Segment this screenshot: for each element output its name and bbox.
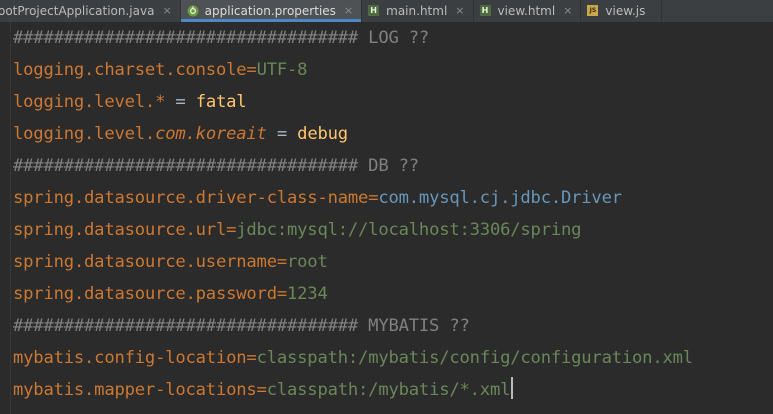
property-value: classpath:/mybatis/*.xml [266,380,511,400]
code-line-mybatis-config[interactable]: mybatis.config-location=classpath:/mybat… [13,342,693,374]
tab-view-js[interactable]: JS view.js [581,0,663,22]
text-caret [511,377,514,399]
tab-application-properties[interactable]: application.properties × [180,0,363,22]
property-value: classpath:/mybatis/config/configuration.… [256,348,694,368]
property-key-package: com.koreait [155,124,267,144]
property-separator: = [226,220,237,240]
ide-window: ootProjectApplication.java × application… [0,0,773,414]
comment-text: ################################## LOG ?… [13,28,430,48]
property-value: com.mysql.cj.jdbc.Driver [378,188,622,208]
code-line-log-level-package[interactable]: logging.level.com.koreait = debug [13,118,693,150]
property-key: logging.charset.console [13,60,247,80]
property-value: fatal [195,92,247,112]
property-separator: = [165,92,196,112]
property-key: logging.level. [13,124,156,144]
close-icon[interactable]: × [563,0,572,22]
close-icon[interactable]: × [162,0,171,22]
tab-label: view.html [497,4,556,18]
js-file-letter: JS [589,7,597,14]
tab-label: view.js [605,4,646,18]
html-file-icon: H [368,5,380,17]
spring-properties-icon [187,5,199,17]
property-separator: = [246,348,257,368]
property-separator: = [276,284,287,304]
html-file-letter: H [370,6,377,15]
close-icon[interactable]: × [455,0,464,22]
tab-view-html[interactable]: H view.html × [474,0,582,22]
code-line-log-level-root[interactable]: logging.level.* = fatal [13,86,693,118]
property-value: UTF-8 [256,60,308,80]
code-line-mybatis-header[interactable]: ################################## MYBAT… [13,310,693,342]
property-separator: = [246,60,257,80]
property-separator: = [276,252,287,272]
property-key: logging.level. [13,92,156,112]
property-key: mybatis.mapper-locations [13,380,257,400]
gutter-divider [10,22,11,414]
tab-label: main.html [386,4,448,18]
property-separator: = [256,380,267,400]
property-separator: = [368,188,379,208]
property-key: spring.datasource.password [13,284,277,304]
property-key: spring.datasource.url [13,220,227,240]
comment-text: ################################## DB ?? [13,156,419,176]
comment-text: ################################## MYBAT… [13,316,470,336]
code-line-charset[interactable]: logging.charset.console=UTF-8 [13,54,693,86]
code-line-datasource-url[interactable]: spring.datasource.url=jdbc:mysql://local… [13,214,693,246]
tab-main-html[interactable]: H main.html × [362,0,474,22]
tab-label: application.properties [204,4,336,18]
tab-label: ootProjectApplication.java [0,4,155,18]
property-value: 1234 [287,284,328,304]
code-line-mybatis-mapper[interactable]: mybatis.mapper-locations=classpath:/myba… [13,374,693,406]
code-content[interactable]: ################################## LOG ?… [13,22,693,406]
property-key: mybatis.config-location [13,348,247,368]
code-line-driver-class[interactable]: spring.datasource.driver-class-name=com.… [13,182,693,214]
code-line-datasource-username[interactable]: spring.datasource.username=root [13,246,693,278]
property-value: debug [297,124,348,144]
code-line-datasource-password[interactable]: spring.datasource.password=1234 [13,278,693,310]
property-key: spring.datasource.username [13,252,277,272]
property-key-wildcard: * [155,92,166,112]
property-separator: = [266,124,298,144]
close-icon[interactable]: × [344,0,353,22]
property-value: jdbc:mysql://localhost:3306/spring [236,220,582,240]
code-line-log-header[interactable]: ################################## LOG ?… [13,22,693,54]
code-editor[interactable]: ################################## LOG ?… [0,22,773,414]
editor-tab-bar: ootProjectApplication.java × application… [0,0,773,23]
js-file-icon: JS [587,5,599,17]
code-line-db-header[interactable]: ################################## DB ?? [13,150,693,182]
tab-spring-boot-application-java[interactable]: ootProjectApplication.java × [0,0,181,22]
property-value: root [287,252,328,272]
property-key: spring.datasource.driver-class-name [13,188,369,208]
html-file-icon: H [479,5,492,17]
html-file-letter: H [481,6,489,15]
